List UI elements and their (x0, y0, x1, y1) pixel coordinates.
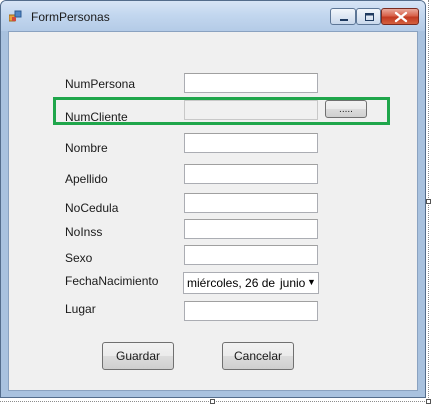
minimize-icon (340, 19, 348, 21)
label-no-cedula: NoCedula (65, 201, 119, 215)
datepicker-date-text: miércoles, 26 de (187, 276, 276, 290)
label-num-persona: NumPersona (65, 77, 136, 91)
label-no-inss: NoInss (65, 225, 103, 239)
num-persona-input[interactable] (184, 73, 318, 93)
no-cedula-input[interactable] (184, 193, 318, 213)
nombre-input[interactable] (184, 133, 318, 153)
windows-form-icon (8, 10, 23, 23)
chevron-down-icon[interactable]: ▼ (307, 277, 316, 287)
maximize-button[interactable] (356, 8, 381, 25)
save-button[interactable]: Guardar (102, 342, 174, 370)
title-bar[interactable]: FormPersonas (1, 1, 425, 31)
minimize-button[interactable] (330, 8, 356, 25)
resize-handle-bottom[interactable] (210, 399, 215, 404)
label-apellido: Apellido (65, 172, 108, 186)
cancel-button[interactable]: Cancelar (222, 342, 294, 370)
num-cliente-highlight-box (53, 97, 390, 125)
maximize-icon (365, 13, 374, 21)
datepicker-month-text: junio (280, 276, 306, 290)
apellido-input[interactable] (184, 164, 318, 184)
label-fecha-nacimiento: FechaNacimiento (65, 274, 159, 288)
sexo-input[interactable] (184, 245, 318, 265)
fecha-nacimiento-datepicker[interactable]: miércoles, 26 de junio ▼ (183, 272, 319, 294)
lugar-input[interactable] (184, 301, 318, 321)
window-title: FormPersonas (31, 10, 110, 24)
resize-handle-corner[interactable] (426, 399, 431, 404)
label-sexo: Sexo (65, 251, 93, 265)
resize-handle-right[interactable] (426, 199, 431, 204)
close-icon (394, 11, 408, 23)
no-inss-input[interactable] (184, 219, 318, 239)
label-nombre: Nombre (65, 141, 108, 155)
close-button[interactable] (381, 8, 419, 25)
label-lugar: Lugar (65, 302, 96, 316)
